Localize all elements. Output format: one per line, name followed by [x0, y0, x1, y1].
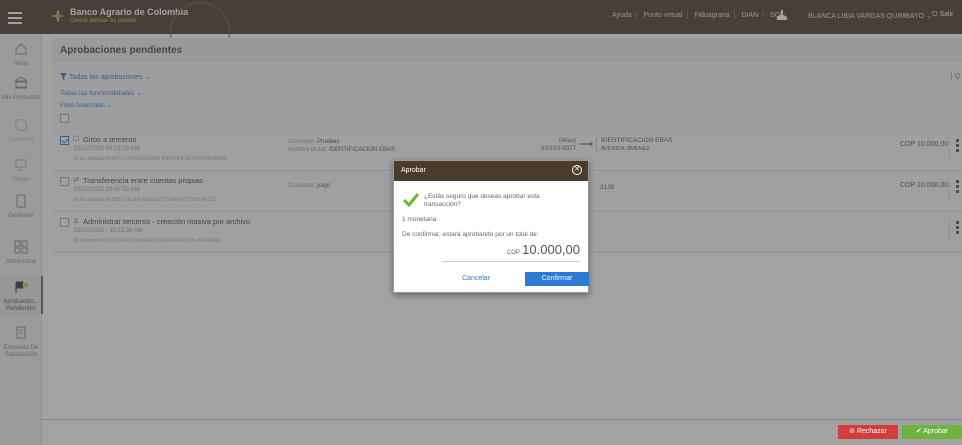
confirm-button[interactable]: Confirmar [525, 272, 589, 286]
checkmark-icon [403, 193, 419, 207]
approve-dialog: Aprobar ✕ ¿Estás seguro que deseas aprob… [393, 160, 589, 293]
dialog-question: ¿Estás seguro que deseas aprobar esta tr… [424, 193, 540, 208]
dialog-confirm-text: De confirmar, estará aprobando por un to… [402, 231, 539, 238]
approve-button[interactable]: ✔ Aprobar [902, 425, 962, 439]
approve-label: Aprobar [923, 428, 949, 435]
dialog-header: Aprobar ✕ [394, 161, 588, 181]
cancel-button[interactable]: Cancelar [462, 275, 490, 282]
dialog-total: COP 10.000,00 [442, 242, 580, 262]
reject-label: Rechazar [856, 428, 887, 435]
close-icon[interactable]: ✕ [572, 165, 582, 175]
total-amount: 10.000,00 [522, 242, 580, 257]
reject-button[interactable]: ⊘ Rechazar [838, 425, 898, 439]
total-currency: COP [506, 250, 520, 256]
dialog-title: Aprobar [401, 167, 426, 174]
dialog-count: 1 monetaria [402, 216, 437, 223]
